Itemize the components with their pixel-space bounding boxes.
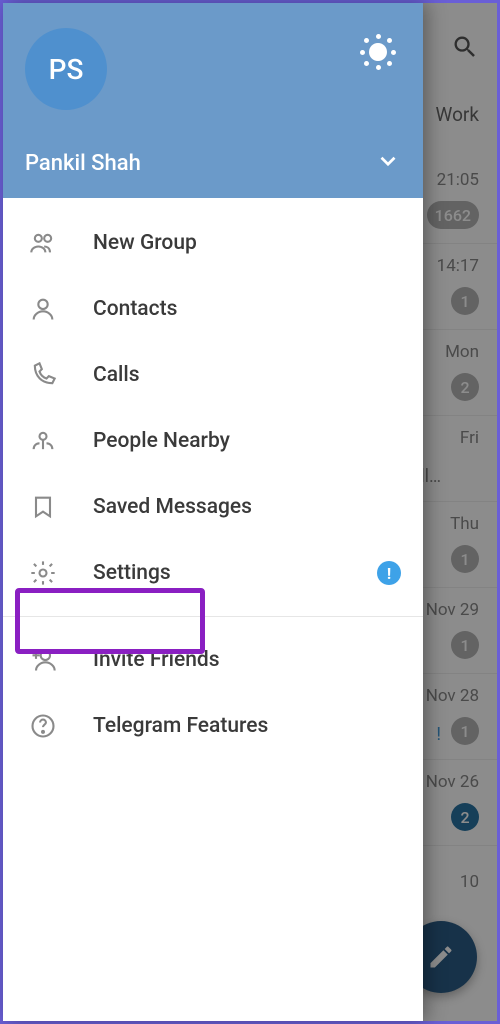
menu-divider [3, 616, 423, 617]
drawer-menu: New Group Contacts Calls People Nearby S… [3, 198, 423, 1021]
person-icon [23, 295, 63, 323]
drawer-header: PS Pankil Shah [3, 3, 423, 198]
menu-item-calls[interactable]: Calls [3, 342, 423, 408]
menu-item-contacts[interactable]: Contacts [3, 276, 423, 342]
menu-item-people-nearby[interactable]: People Nearby [3, 408, 423, 474]
alert-badge: ! [377, 561, 401, 585]
theme-toggle[interactable] [361, 35, 395, 69]
phone-icon [23, 361, 63, 389]
menu-label: Settings [93, 561, 171, 585]
menu-label: Contacts [93, 297, 177, 321]
sun-icon [361, 35, 395, 69]
menu-item-saved-messages[interactable]: Saved Messages [3, 474, 423, 540]
menu-item-telegram-features[interactable]: Telegram Features [3, 693, 423, 759]
menu-item-invite-friends[interactable]: Invite Friends [3, 627, 423, 693]
menu-label: Calls [93, 363, 140, 387]
menu-label: New Group [93, 231, 197, 255]
gear-icon [23, 559, 63, 587]
group-icon [23, 229, 63, 257]
nearby-icon [23, 427, 63, 455]
add-person-icon [23, 646, 63, 674]
account-name: Pankil Shah [25, 151, 141, 176]
menu-item-new-group[interactable]: New Group [3, 210, 423, 276]
menu-label: Invite Friends [93, 648, 220, 672]
help-icon [23, 712, 63, 740]
navigation-drawer: PS Pankil Shah [3, 3, 423, 1021]
menu-label: Telegram Features [93, 714, 268, 738]
chevron-down-icon[interactable] [375, 148, 401, 178]
avatar[interactable]: PS [25, 28, 107, 110]
menu-label: Saved Messages [93, 495, 252, 519]
menu-label: People Nearby [93, 429, 230, 453]
menu-item-settings[interactable]: Settings ! [3, 540, 423, 606]
bookmark-icon [23, 493, 63, 521]
